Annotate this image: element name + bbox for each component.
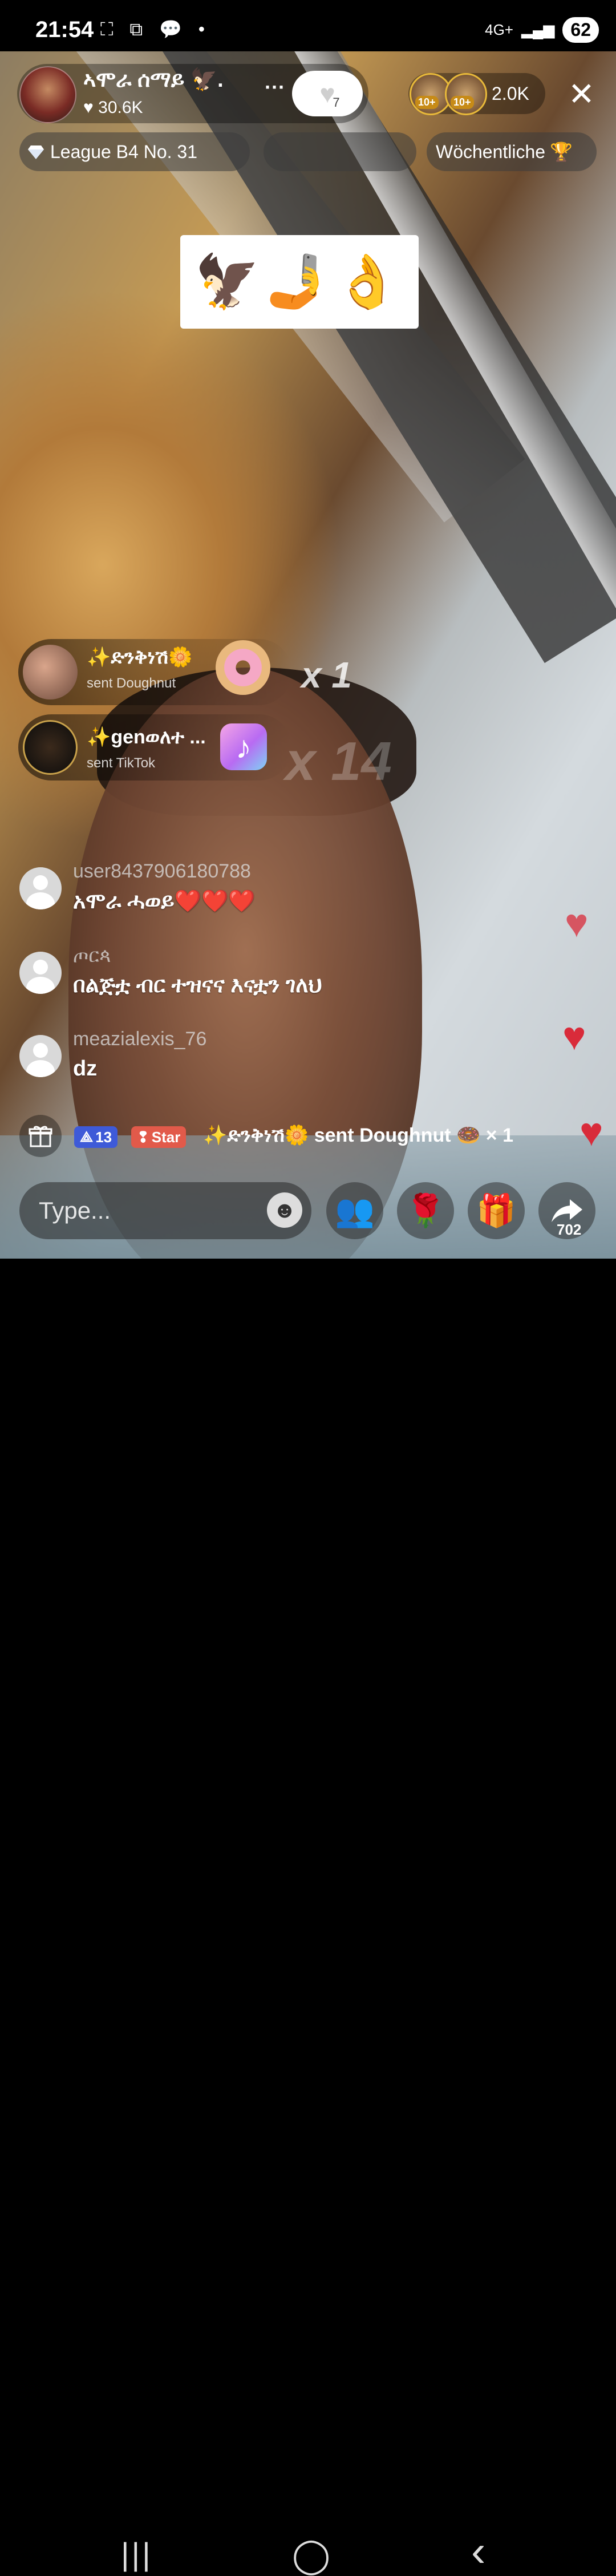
league-tag[interactable]: League B4 No. 31 (19, 132, 250, 171)
gift-sender-name: ✨ድንቅነሽ🌼 (87, 646, 193, 668)
navigation-bar: ||| ◯ ‹ (0, 1259, 616, 2575)
heart-icon: ♥ 7 (319, 79, 340, 110)
diamond-icon (28, 145, 44, 159)
battery-indicator: 62 (562, 17, 599, 43)
gift-sent-label: sent TikTok (87, 755, 156, 771)
host-likes: ♥ 30.6K (83, 98, 143, 118)
gift-sender-avatar[interactable] (23, 645, 78, 699)
host-more-button[interactable]: ··· (265, 75, 285, 99)
status-bar: 21:54 ⛶ ⧉ 💬 • 4G+ ▂▄▆ 62 (0, 0, 616, 51)
people-icon: 👥 (335, 1192, 375, 1228)
back-button[interactable]: ‹ (471, 2526, 485, 2576)
star-badge: ❢ Star (131, 1126, 187, 1148)
gift-icon: 🎁 (476, 1192, 516, 1228)
gift-notification-text: ✨ድንቅነሽ🌼 sent Doughnut 🍩 × 1 (203, 1125, 514, 1146)
gift-combo-count: x 1 (301, 654, 352, 695)
follow-heart-count: 7 (333, 95, 340, 110)
status-notification-icons: ⛶ ⧉ 💬 • (100, 19, 210, 39)
gift-sent-label: sent Doughnut (87, 676, 176, 691)
floating-heart-icon: ♥ (579, 1110, 603, 1154)
gift-icon[interactable] (19, 1115, 62, 1157)
chat-message: በልጅቷ ብር ተዝናና እናቷን ገለህ (73, 973, 322, 997)
share-count: 702 (557, 1221, 582, 1238)
floating-heart-icon: ♥ (565, 901, 589, 945)
gift-combo-count: x 14 (285, 731, 392, 792)
floating-heart-icon: ♥ (562, 1014, 586, 1058)
chat-username[interactable]: meazialexis_76 (73, 1028, 206, 1050)
chat-avatar[interactable] (19, 952, 62, 994)
doughnut-gift-icon (216, 640, 270, 695)
home-button[interactable]: ◯ (292, 2535, 330, 2575)
gift-box-icon (29, 1126, 52, 1147)
host-likes-count: 30.6K (98, 98, 143, 117)
level-badge: ⟁ 13 (74, 1126, 118, 1148)
comment-input-placeholder[interactable]: Type... (39, 1197, 111, 1224)
weekly-label: Wöchentliche (436, 141, 546, 162)
network-icon: 4G+ (485, 21, 513, 38)
rose-gift-button[interactable]: 🌹 (397, 1182, 454, 1239)
viewer-count[interactable]: 2.0K (492, 83, 529, 104)
chat-message: አሞራ ሓወይ❤️❤️❤️ (73, 889, 256, 913)
trophy-icon: 🏆 (550, 141, 573, 162)
status-time: 21:54 (35, 17, 94, 42)
share-arrow-icon (552, 1199, 582, 1222)
star-heart-icon: ❢ (137, 1128, 149, 1146)
chat-avatar[interactable] (19, 1035, 62, 1077)
chat-message: dz (73, 1057, 98, 1081)
heart-icon: ♥ (83, 98, 94, 117)
league-label: League B4 No. 31 (50, 141, 197, 162)
status-right: 4G+ ▂▄▆ 62 (485, 17, 599, 43)
close-icon[interactable]: ✕ (568, 75, 595, 113)
chat-avatar[interactable] (19, 867, 62, 909)
rank-tag[interactable] (264, 132, 416, 171)
top-viewer-badge-2: 10+ (451, 96, 474, 109)
follow-button[interactable]: ♥ 7 (292, 71, 363, 116)
gift-button[interactable]: 🎁 (468, 1182, 525, 1239)
rose-icon: 🌹 (406, 1192, 445, 1228)
level-icon: ⟁ (80, 1128, 94, 1145)
emoji-icon[interactable]: ☻ (267, 1192, 302, 1228)
chat-username[interactable]: ጦርጳ (73, 945, 111, 967)
top-viewer-badge-1: 10+ (415, 96, 439, 109)
signal-icon: ▂▄▆ (521, 21, 555, 38)
multi-guest-button[interactable]: 👥 (326, 1182, 383, 1239)
weekly-ranking-tag[interactable]: Wöchentliche 🏆 (427, 132, 597, 171)
host-name[interactable]: ኣሞራ ሰማይ 🦅. (83, 67, 224, 92)
pinned-emoji-card: 🦅🤳👌 (180, 235, 419, 329)
host-avatar[interactable] (19, 66, 76, 123)
chat-username[interactable]: user8437906180788 (73, 860, 251, 883)
recents-button[interactable]: ||| (121, 2535, 153, 2573)
gift-sender-name: ✨genወለተ ... (87, 726, 206, 748)
gift-sender-avatar[interactable] (23, 720, 78, 775)
tiktok-gift-icon: ♪ (220, 723, 267, 770)
